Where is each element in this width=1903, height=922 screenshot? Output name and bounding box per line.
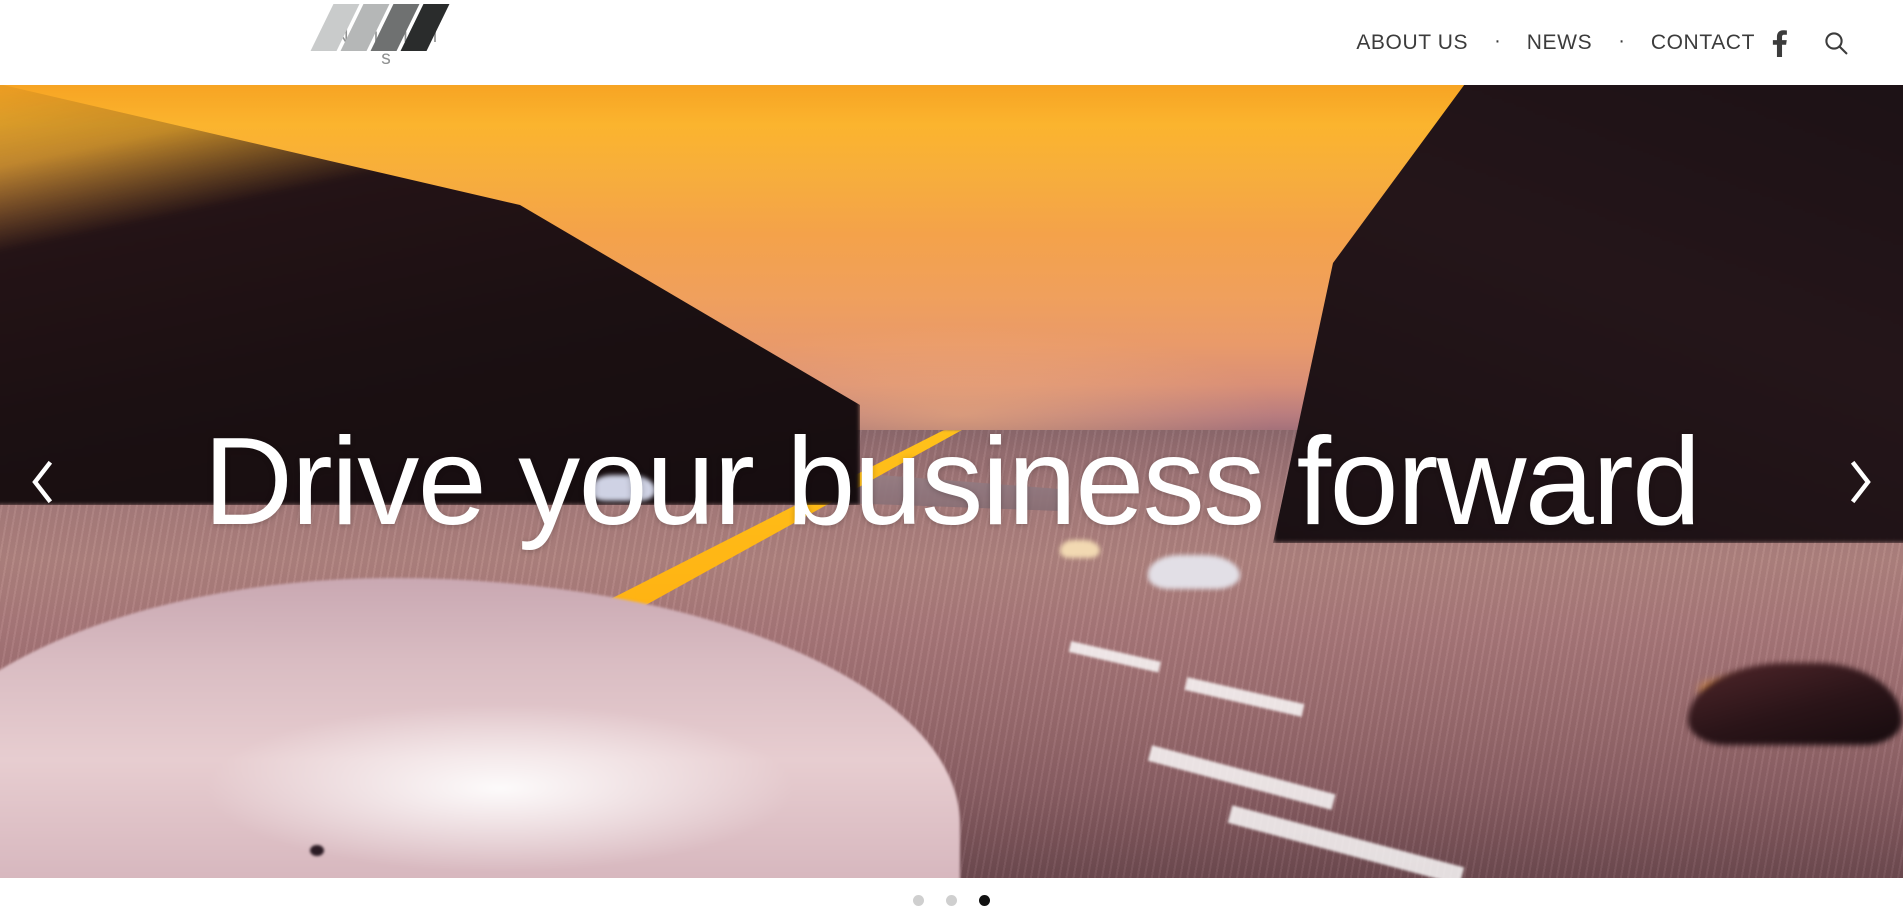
nav-separator-1: · [1494,29,1501,52]
search-icon [1825,31,1848,54]
brand-logo[interactable]: N i i l s [310,4,458,80]
carousel-prev-button[interactable] [0,85,86,878]
main-navigation: ABOUT US · NEWS · CONTACT [1356,0,1903,85]
carousel-next-button[interactable] [1817,85,1903,878]
carousel-dot-3[interactable] [979,894,990,906]
carousel-dot-2[interactable] [946,894,957,906]
chevron-left-icon [32,460,53,503]
chevron-right-icon [1850,460,1871,503]
hero-carousel: Drive your business forward [0,85,1903,878]
site-header: N i i l s ABOUT US · NEWS · CONTACT [0,0,1903,85]
nav-link-contact[interactable]: CONTACT [1651,31,1755,55]
carousel-pagination [0,878,1903,922]
nav-link-about-us[interactable]: ABOUT US [1356,31,1468,55]
nav-link-news[interactable]: NEWS [1527,31,1592,55]
facebook-icon [1772,29,1787,57]
hero-headline: Drive your business forward [203,412,1701,551]
nav-item-about-us: ABOUT US [1356,31,1468,55]
nav-item-news: NEWS [1527,31,1592,55]
nav-list: ABOUT US · NEWS · CONTACT [1356,31,1755,55]
nav-separator-2: · [1618,29,1625,52]
facebook-link[interactable] [1771,29,1789,57]
search-button[interactable] [1823,30,1849,56]
carousel-dot-1[interactable] [913,894,924,906]
nav-item-contact: CONTACT [1651,31,1755,55]
